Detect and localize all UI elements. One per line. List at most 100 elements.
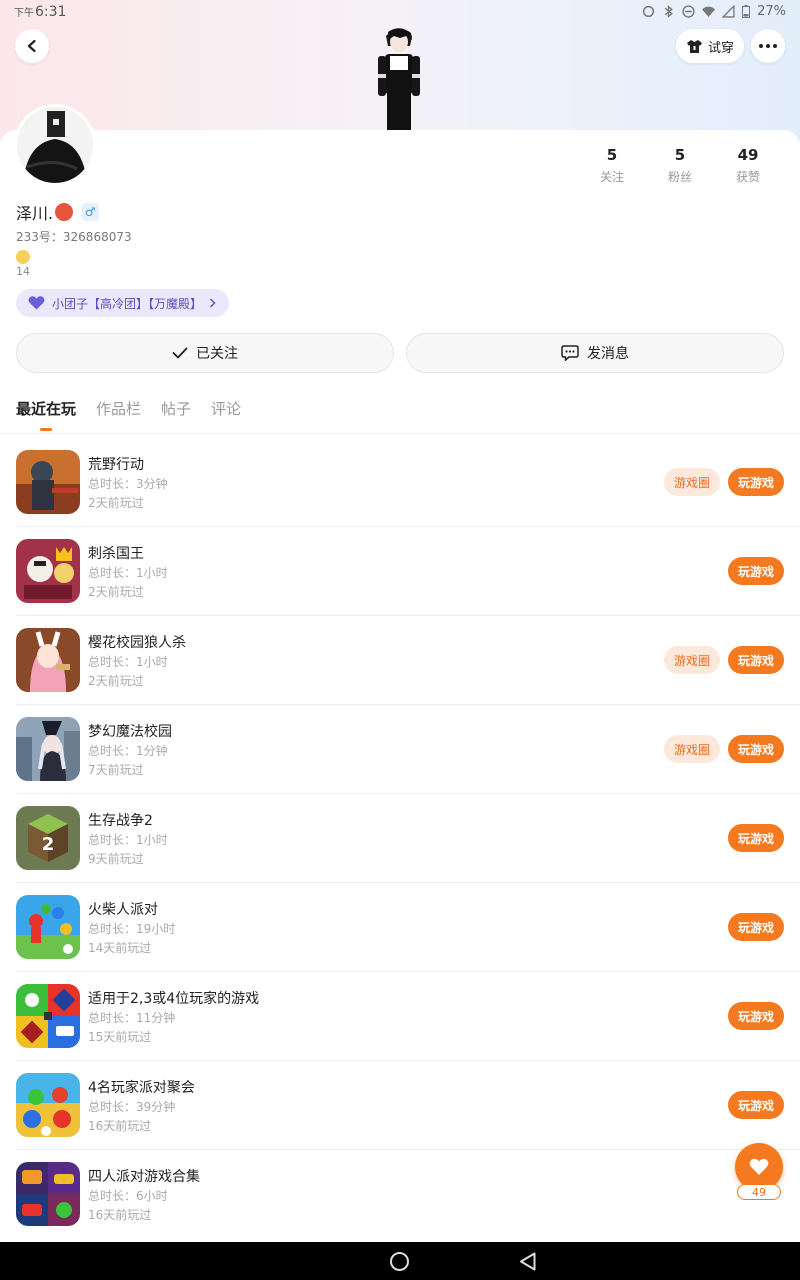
game-duration: 总时长：19小时 [88,922,176,936]
tab-works[interactable]: 作品栏 [96,398,141,419]
profile-tabs: 最近在玩 作品栏 帖子 评论 [16,398,241,431]
game-title: 4名玩家派对聚会 [88,1080,195,1096]
game-icon[interactable] [16,984,80,1048]
game-last-played: 16天前玩过 [88,1119,152,1133]
battery-percent: 27% [757,4,786,19]
play-game-button[interactable]: 玩游戏 [728,1091,784,1119]
system-nav-bar [0,1242,800,1280]
more-button[interactable] [751,29,785,63]
game-title: 适用于2,3或4位玩家的游戏 [88,991,260,1007]
chevron-left-icon [27,39,36,53]
group-tag-label: 小团子【高冷团】【万魔殿】 [52,296,203,311]
game-icon[interactable] [16,895,80,959]
game-icon[interactable] [16,450,80,514]
game-duration: 总时长：6小时 [88,1189,168,1203]
game-last-played: 14天前玩过 [88,941,152,955]
game-last-played: 7天前玩过 [88,763,144,777]
group-tag[interactable]: 小团子【高冷团】【万魔殿】 [16,289,230,317]
game-row[interactable]: 荒野行动 总时长：3分钟 2天前玩过 游戏圈 玩游戏 [16,438,800,527]
game-row[interactable]: 四人派对游戏合集 总时长：6小时 16天前玩过 [16,1150,800,1239]
back-triangle-icon[interactable] [519,1252,537,1271]
game-row[interactable]: 适用于2,3或4位玩家的游戏 总时长：11分钟 15天前玩过 玩游戏 [16,972,800,1061]
game-last-played: 16天前玩过 [88,1208,152,1222]
game-row[interactable]: 4名玩家派对聚会 总时长：39分钟 16天前玩过 玩游戏 [16,1061,800,1150]
game-duration: 总时长：1小时 [88,655,168,669]
game-title: 火柴人派对 [88,902,158,918]
user-id: 233号：326868073 [16,230,132,244]
like-count-badge: 49 [737,1184,781,1200]
game-row[interactable]: 梦幻魔法校园 总时长：1分钟 7天前玩过 游戏圈 玩游戏 [16,705,800,794]
game-icon[interactable]: 2 [16,806,80,870]
followed-label: 已关注 [196,346,238,362]
stat-value: 49 [737,146,759,164]
game-row[interactable]: 刺杀国王 总时长：1小时 2天前玩过 玩游戏 [16,527,800,616]
game-title: 四人派对游戏合集 [88,1169,200,1185]
game-icon[interactable] [16,628,80,692]
game-circle-button[interactable]: 游戏圈 [664,735,720,763]
game-title: 刺杀国王 [88,546,144,562]
home-circle-icon[interactable] [390,1252,409,1271]
game-circle-button[interactable]: 游戏圈 [664,646,720,674]
followed-button[interactable]: 已关注 [16,333,394,373]
game-duration: 总时长：3分钟 [88,477,168,491]
avatar[interactable] [14,104,96,186]
status-ampm: 下午 [14,8,34,19]
heart-icon [28,296,45,310]
game-icon[interactable] [16,717,80,781]
play-game-button[interactable]: 玩游戏 [728,824,784,852]
game-last-played: 2天前玩过 [88,674,144,688]
stat-label: 粉丝 [667,170,692,184]
play-game-button[interactable]: 玩游戏 [728,913,784,941]
signal-icon [722,5,735,18]
stat-following[interactable]: 5 关注 [578,146,646,185]
status-time: 6:31 [35,4,67,20]
heart-icon [749,1158,769,1175]
stat-label: 获赞 [735,170,760,184]
game-icon[interactable] [16,539,80,603]
play-game-button[interactable]: 玩游戏 [728,468,784,496]
stat-fans[interactable]: 5 粉丝 [646,146,714,185]
game-row[interactable]: 樱花校园狼人杀 总时长：1小时 2天前玩过 游戏圈 玩游戏 [16,616,800,705]
stat-value: 5 [674,146,686,164]
tab-divider [0,433,800,434]
game-last-played: 15天前玩过 [88,1030,152,1044]
game-row[interactable]: 2 生存战争2 总时长：1小时 9天前玩过 玩游戏 [16,794,800,883]
tab-comments[interactable]: 评论 [211,398,241,419]
stat-likes[interactable]: 49 获赞 [714,146,782,185]
shirt-icon [686,39,702,53]
male-icon: ♂ [81,203,100,221]
game-duration: 总时长：11分钟 [88,1011,176,1025]
name-row: 泽川. ♂ [16,200,100,224]
dnd-icon [682,5,695,18]
game-duration: 总时长：39分钟 [88,1100,176,1114]
chat-bubble-icon [561,345,579,361]
play-game-button[interactable]: 玩游戏 [728,1002,784,1030]
game-title: 樱花校园狼人杀 [88,635,186,651]
tab-posts[interactable]: 帖子 [161,398,191,419]
angry-face-icon [55,203,74,221]
try-on-button[interactable]: 试穿 [676,29,744,63]
game-circle-button[interactable]: 游戏圈 [664,468,720,496]
wifi-icon [702,6,716,17]
game-duration: 总时长：1小时 [88,566,168,580]
send-message-button[interactable]: 发消息 [406,333,784,373]
game-title: 荒野行动 [88,457,144,473]
recent-games-list: 荒野行动 总时长：3分钟 2天前玩过 游戏圈 玩游戏 刺杀国王 总时长：1小时 … [0,438,800,1239]
play-game-button[interactable]: 玩游戏 [728,735,784,763]
game-row[interactable]: 火柴人派对 总时长：19小时 14天前玩过 玩游戏 [16,883,800,972]
game-last-played: 9天前玩过 [88,852,144,866]
game-title: 生存战争2 [88,813,153,829]
avatar-figure [368,22,430,130]
emoji-count: 14 [16,265,30,278]
stat-value: 5 [606,146,618,164]
game-icon[interactable] [16,1162,80,1226]
back-button[interactable] [15,29,49,63]
play-game-button[interactable]: 玩游戏 [728,557,784,585]
svg-text:2: 2 [42,834,55,855]
user-name: 泽川. [16,204,54,223]
grin-face-icon [16,250,30,264]
profile-stats: 5 关注 5 粉丝 49 获赞 [578,146,782,185]
play-game-button[interactable]: 玩游戏 [728,646,784,674]
game-icon[interactable] [16,1073,80,1137]
tab-recently-played[interactable]: 最近在玩 [16,398,76,431]
